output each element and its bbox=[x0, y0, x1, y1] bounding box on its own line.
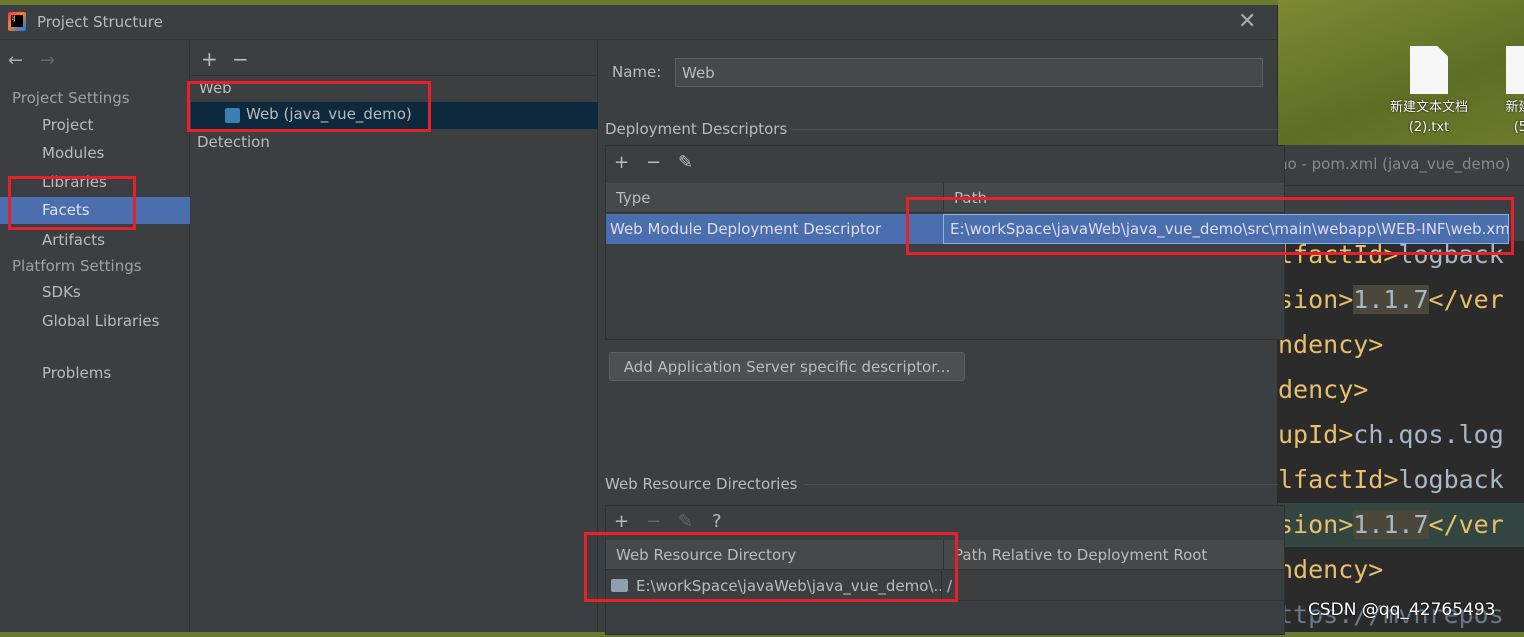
sidebar-item-facets[interactable]: Facets bbox=[0, 197, 190, 224]
code-token: ch.qos.log bbox=[1353, 420, 1504, 449]
tree-group-detection[interactable]: Detection bbox=[197, 133, 270, 151]
add-server-descriptor-button[interactable]: Add Application Server specific descript… bbox=[609, 352, 965, 381]
deployment-descriptors-table: + − ✎ Type Path Web Module Deployment De… bbox=[605, 145, 1509, 340]
code-line: ndency> bbox=[1278, 323, 1524, 367]
section-platform-settings: Platform Settings bbox=[12, 257, 142, 275]
code-token: sion> bbox=[1278, 285, 1354, 314]
descriptor-type: Web Module Deployment Descriptor bbox=[610, 220, 882, 238]
back-arrow-icon[interactable]: ← bbox=[8, 50, 23, 71]
sidebar-item-modules[interactable]: Modules bbox=[0, 140, 190, 167]
deployment-descriptors-title: Deployment Descriptors bbox=[605, 120, 788, 138]
code-line: upId>ch.qos.log bbox=[1278, 413, 1524, 457]
code-token: dency> bbox=[1278, 375, 1369, 404]
code-token: </ver bbox=[1428, 510, 1504, 539]
code-token: ndency> bbox=[1278, 555, 1384, 584]
desktop: 新建文本文档 (2).txt 新建文 (5). bbox=[1278, 0, 1524, 145]
code-line: ndency> bbox=[1278, 548, 1524, 592]
code-token: lfactId> bbox=[1278, 465, 1399, 494]
code-token: </ver bbox=[1428, 285, 1504, 314]
desktop-file-icon[interactable]: 新建文本文档 (2).txt bbox=[1374, 46, 1484, 138]
edit-icon[interactable]: ✎ bbox=[678, 152, 693, 173]
code-token: upId> bbox=[1278, 420, 1354, 449]
text-file-icon bbox=[1506, 46, 1524, 94]
sidebar-item-artifacts[interactable]: Artifacts bbox=[0, 227, 190, 254]
tree-item-label: Web (java_vue_demo) bbox=[246, 105, 412, 123]
table-header: Type Path bbox=[606, 183, 1284, 213]
file-label: 新建文 bbox=[1505, 100, 1524, 115]
column-path-relative[interactable]: Path Relative to Deployment Root bbox=[944, 540, 1284, 570]
web-facet-icon bbox=[225, 108, 240, 123]
sidebar: ← → Project Settings Project Modules Lib… bbox=[0, 41, 190, 632]
watermark: CSDN @qq_42765493 bbox=[1308, 600, 1496, 620]
file-label: 新建文本文档 bbox=[1389, 100, 1468, 115]
remove-icon: − bbox=[646, 511, 662, 532]
file-label-ext: (5). bbox=[1513, 120, 1524, 135]
code-token: logback bbox=[1398, 240, 1504, 269]
title-bar: IJ Project Structure ✕ bbox=[0, 5, 1278, 40]
table-row[interactable]: Web Module Deployment Descriptor E:\work… bbox=[606, 214, 1509, 244]
add-icon[interactable]: + bbox=[614, 152, 629, 173]
table-row[interactable]: E:\workSpace\javaWeb\java_vue_demo\... / bbox=[606, 571, 1284, 601]
desktop-file-icon[interactable]: 新建文 (5). bbox=[1470, 46, 1524, 138]
facets-tree-panel: + − Web Web (java_vue_demo) Detection bbox=[191, 41, 598, 632]
sidebar-item-problems[interactable]: Problems bbox=[0, 360, 190, 387]
code-token: ndency> bbox=[1278, 330, 1384, 359]
file-label-ext: (2).txt bbox=[1408, 120, 1450, 135]
relative-path: / bbox=[947, 577, 953, 595]
text-file-icon bbox=[1410, 46, 1448, 94]
sidebar-item-project[interactable]: Project bbox=[0, 112, 190, 139]
help-icon[interactable]: ? bbox=[712, 511, 722, 532]
sidebar-item-global-libraries[interactable]: Global Libraries bbox=[0, 308, 190, 335]
table-header: Web Resource Directory Path Relative to … bbox=[606, 540, 1284, 570]
window-title: Project Structure bbox=[37, 13, 163, 31]
close-icon[interactable]: ✕ bbox=[1238, 9, 1256, 34]
project-structure-dialog: IJ Project Structure ✕ ← → Project Setti… bbox=[0, 5, 1509, 635]
code-line: dency> bbox=[1278, 368, 1524, 412]
name-label: Name: bbox=[612, 63, 662, 81]
editor-title: no - pom.xml (java_vue_demo) bbox=[1278, 145, 1524, 185]
forward-arrow-icon[interactable]: → bbox=[40, 50, 55, 71]
section-project-settings: Project Settings bbox=[12, 89, 130, 107]
add-icon[interactable]: + bbox=[614, 511, 629, 532]
web-resource-directories-title: Web Resource Directories bbox=[605, 475, 798, 493]
sidebar-item-sdks[interactable]: SDKs bbox=[0, 279, 190, 306]
facet-settings-panel: Name: Deployment Descriptors + − ✎ Type … bbox=[599, 41, 1509, 635]
edit-icon: ✎ bbox=[678, 511, 694, 532]
remove-icon[interactable]: − bbox=[232, 47, 249, 71]
name-input[interactable] bbox=[675, 58, 1263, 87]
code-token: logback bbox=[1398, 465, 1504, 494]
tree-item-web-facet[interactable]: Web (java_vue_demo) bbox=[191, 102, 598, 129]
sidebar-item-libraries[interactable]: Libraries bbox=[0, 169, 190, 196]
code-line: sion>1.1.7</ver bbox=[1278, 503, 1524, 547]
code-token: 1.1.7 bbox=[1353, 285, 1429, 314]
column-path[interactable]: Path bbox=[944, 183, 1284, 213]
descriptor-path-field[interactable]: E:\workSpace\javaWeb\java_vue_demo\src\m… bbox=[943, 214, 1509, 244]
remove-icon[interactable]: − bbox=[646, 152, 661, 173]
code-token: 1.1.7 bbox=[1353, 510, 1429, 539]
intellij-logo-icon: IJ bbox=[8, 12, 26, 31]
add-icon[interactable]: + bbox=[201, 47, 218, 71]
web-resource-table: + − ✎ ? Web Resource Directory Path Rela… bbox=[605, 505, 1285, 635]
resource-directory: E:\workSpace\javaWeb\java_vue_demo\... bbox=[632, 571, 942, 601]
code-token: lfactId> bbox=[1278, 240, 1399, 269]
code-line: lfactId>logback bbox=[1278, 458, 1524, 502]
column-type[interactable]: Type bbox=[606, 183, 944, 213]
web-folder-icon bbox=[611, 579, 628, 592]
code-line: sion>1.1.7</ver bbox=[1278, 278, 1524, 322]
code-token: sion> bbox=[1278, 510, 1354, 539]
column-web-resource-directory[interactable]: Web Resource Directory bbox=[606, 540, 944, 570]
tree-group-web[interactable]: Web bbox=[199, 79, 232, 97]
